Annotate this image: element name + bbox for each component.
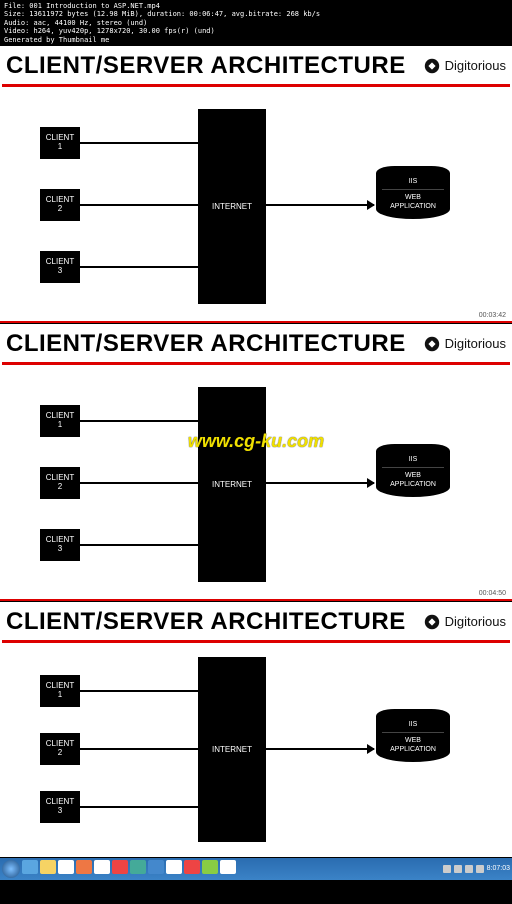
cylinder-body: IIS WEB APPLICATION — [376, 716, 450, 762]
brand-logo: Digitorious — [423, 335, 506, 353]
taskbar-clock[interactable]: 8:07:03 — [487, 865, 510, 872]
line-c1 — [80, 420, 198, 422]
diagram-3: CLIENT1 CLIENT2 CLIENT3 INTERNET IIS WEB… — [0, 647, 512, 857]
client-box-1: CLIENT1 — [40, 405, 80, 437]
line-c1 — [80, 142, 198, 144]
header-underline — [2, 84, 510, 87]
cylinder-divider — [382, 189, 444, 190]
web-label: WEB — [378, 471, 448, 480]
taskbar-app-7[interactable] — [130, 860, 146, 874]
brand-text: Digitorious — [445, 58, 506, 73]
taskbar-app-9[interactable] — [166, 860, 182, 874]
client-box-3: CLIENT3 — [40, 791, 80, 823]
meta-line-gen: Generated by Thumbnail me — [4, 36, 508, 44]
app-label: APPLICATION — [378, 480, 448, 489]
taskbar-app-4[interactable] — [76, 860, 92, 874]
arrow-to-server — [266, 204, 374, 206]
line-c3 — [80, 544, 198, 546]
app-label: APPLICATION — [378, 745, 448, 754]
client-box-3: CLIENT3 — [40, 251, 80, 283]
line-c3 — [80, 806, 198, 808]
server-cylinder: IIS WEB APPLICATION — [376, 444, 450, 497]
brand-text: Digitorious — [445, 614, 506, 629]
slide-header: CLIENT/SERVER ARCHITECTURE Digitorious — [0, 324, 512, 362]
windows-taskbar[interactable]: 8:07:03 — [0, 858, 512, 880]
client-box-2: CLIENT2 — [40, 733, 80, 765]
taskbar-app-12[interactable] — [220, 860, 236, 874]
slide-2: CLIENT/SERVER ARCHITECTURE Digitorious C… — [0, 324, 512, 601]
slide-title: CLIENT/SERVER ARCHITECTURE — [6, 608, 406, 636]
slide-title: CLIENT/SERVER ARCHITECTURE — [6, 330, 406, 358]
iis-label: IIS — [378, 720, 448, 729]
taskbar-app-5[interactable] — [94, 860, 110, 874]
client-box-2: CLIENT2 — [40, 467, 80, 499]
cylinder-divider — [382, 732, 444, 733]
header-underline — [2, 362, 510, 365]
timestamp-2: 00:04:50 — [479, 590, 506, 597]
taskbar-app-1[interactable] — [22, 860, 38, 874]
taskbar-app-3[interactable] — [58, 860, 74, 874]
arrow-to-server — [266, 482, 374, 484]
internet-box: INTERNET — [198, 109, 266, 304]
taskbar-app-8[interactable] — [148, 860, 164, 874]
taskbar-app-11[interactable] — [202, 860, 218, 874]
client-box-1: CLIENT1 — [40, 127, 80, 159]
internet-box: INTERNET — [198, 387, 266, 582]
client-box-3: CLIENT3 — [40, 529, 80, 561]
taskbar-app-10[interactable] — [184, 860, 200, 874]
taskbar-right: 8:07:03 — [443, 865, 510, 873]
web-label: WEB — [378, 193, 448, 202]
tray-icon-4[interactable] — [476, 865, 484, 873]
server-cylinder: IIS WEB APPLICATION — [376, 166, 450, 219]
iis-label: IIS — [378, 177, 448, 186]
meta-line-video: Video: h264, yuv420p, 1278x720, 30.00 fp… — [4, 27, 508, 35]
tray-icon-2[interactable] — [454, 865, 462, 873]
digitorious-icon — [423, 335, 441, 353]
taskbar-left — [2, 860, 236, 878]
diagram-2: CLIENT1 CLIENT2 CLIENT3 INTERNET IIS WEB… — [0, 369, 512, 599]
brand-text: Digitorious — [445, 336, 506, 351]
client-box-1: CLIENT1 — [40, 675, 80, 707]
line-c2 — [80, 482, 198, 484]
digitorious-icon — [423, 57, 441, 75]
meta-line-file: File: 001 Introduction to ASP.NET.mp4 — [4, 2, 508, 10]
client-box-2: CLIENT2 — [40, 189, 80, 221]
meta-line-size: Size: 13611972 bytes (12.98 MiB), durati… — [4, 10, 508, 18]
cylinder-divider — [382, 467, 444, 468]
server-cylinder: IIS WEB APPLICATION — [376, 709, 450, 762]
line-c3 — [80, 266, 198, 268]
line-c2 — [80, 748, 198, 750]
brand-logo: Digitorious — [423, 57, 506, 75]
taskbar-app-6[interactable] — [112, 860, 128, 874]
iis-label: IIS — [378, 455, 448, 464]
digitorious-icon — [423, 613, 441, 631]
web-label: WEB — [378, 736, 448, 745]
cylinder-body: IIS WEB APPLICATION — [376, 173, 450, 219]
slide-3: CLIENT/SERVER ARCHITECTURE Digitorious C… — [0, 602, 512, 857]
internet-box: INTERNET — [198, 657, 266, 842]
header-underline — [2, 640, 510, 643]
brand-logo: Digitorious — [423, 613, 506, 631]
line-c1 — [80, 690, 198, 692]
slide-title: CLIENT/SERVER ARCHITECTURE — [6, 52, 406, 80]
slide-header: CLIENT/SERVER ARCHITECTURE Digitorious — [0, 602, 512, 640]
arrow-to-server — [266, 748, 374, 750]
start-button[interactable] — [2, 860, 20, 878]
line-c2 — [80, 204, 198, 206]
metadata-overlay: File: 001 Introduction to ASP.NET.mp4 Si… — [0, 0, 512, 46]
diagram-1: CLIENT1 CLIENT2 CLIENT3 INTERNET IIS WEB… — [0, 91, 512, 321]
tray-icon-1[interactable] — [443, 865, 451, 873]
watermark-text: www.cg-ku.com — [188, 431, 324, 452]
cylinder-body: IIS WEB APPLICATION — [376, 451, 450, 497]
meta-line-audio: Audio: aac, 44100 Hz, stereo (und) — [4, 19, 508, 27]
tray-icon-3[interactable] — [465, 865, 473, 873]
app-label: APPLICATION — [378, 202, 448, 211]
slide-1: CLIENT/SERVER ARCHITECTURE Digitorious C… — [0, 46, 512, 323]
timestamp-1: 00:03:42 — [479, 312, 506, 319]
taskbar-app-2[interactable] — [40, 860, 56, 874]
slide-header: CLIENT/SERVER ARCHITECTURE Digitorious — [0, 46, 512, 84]
